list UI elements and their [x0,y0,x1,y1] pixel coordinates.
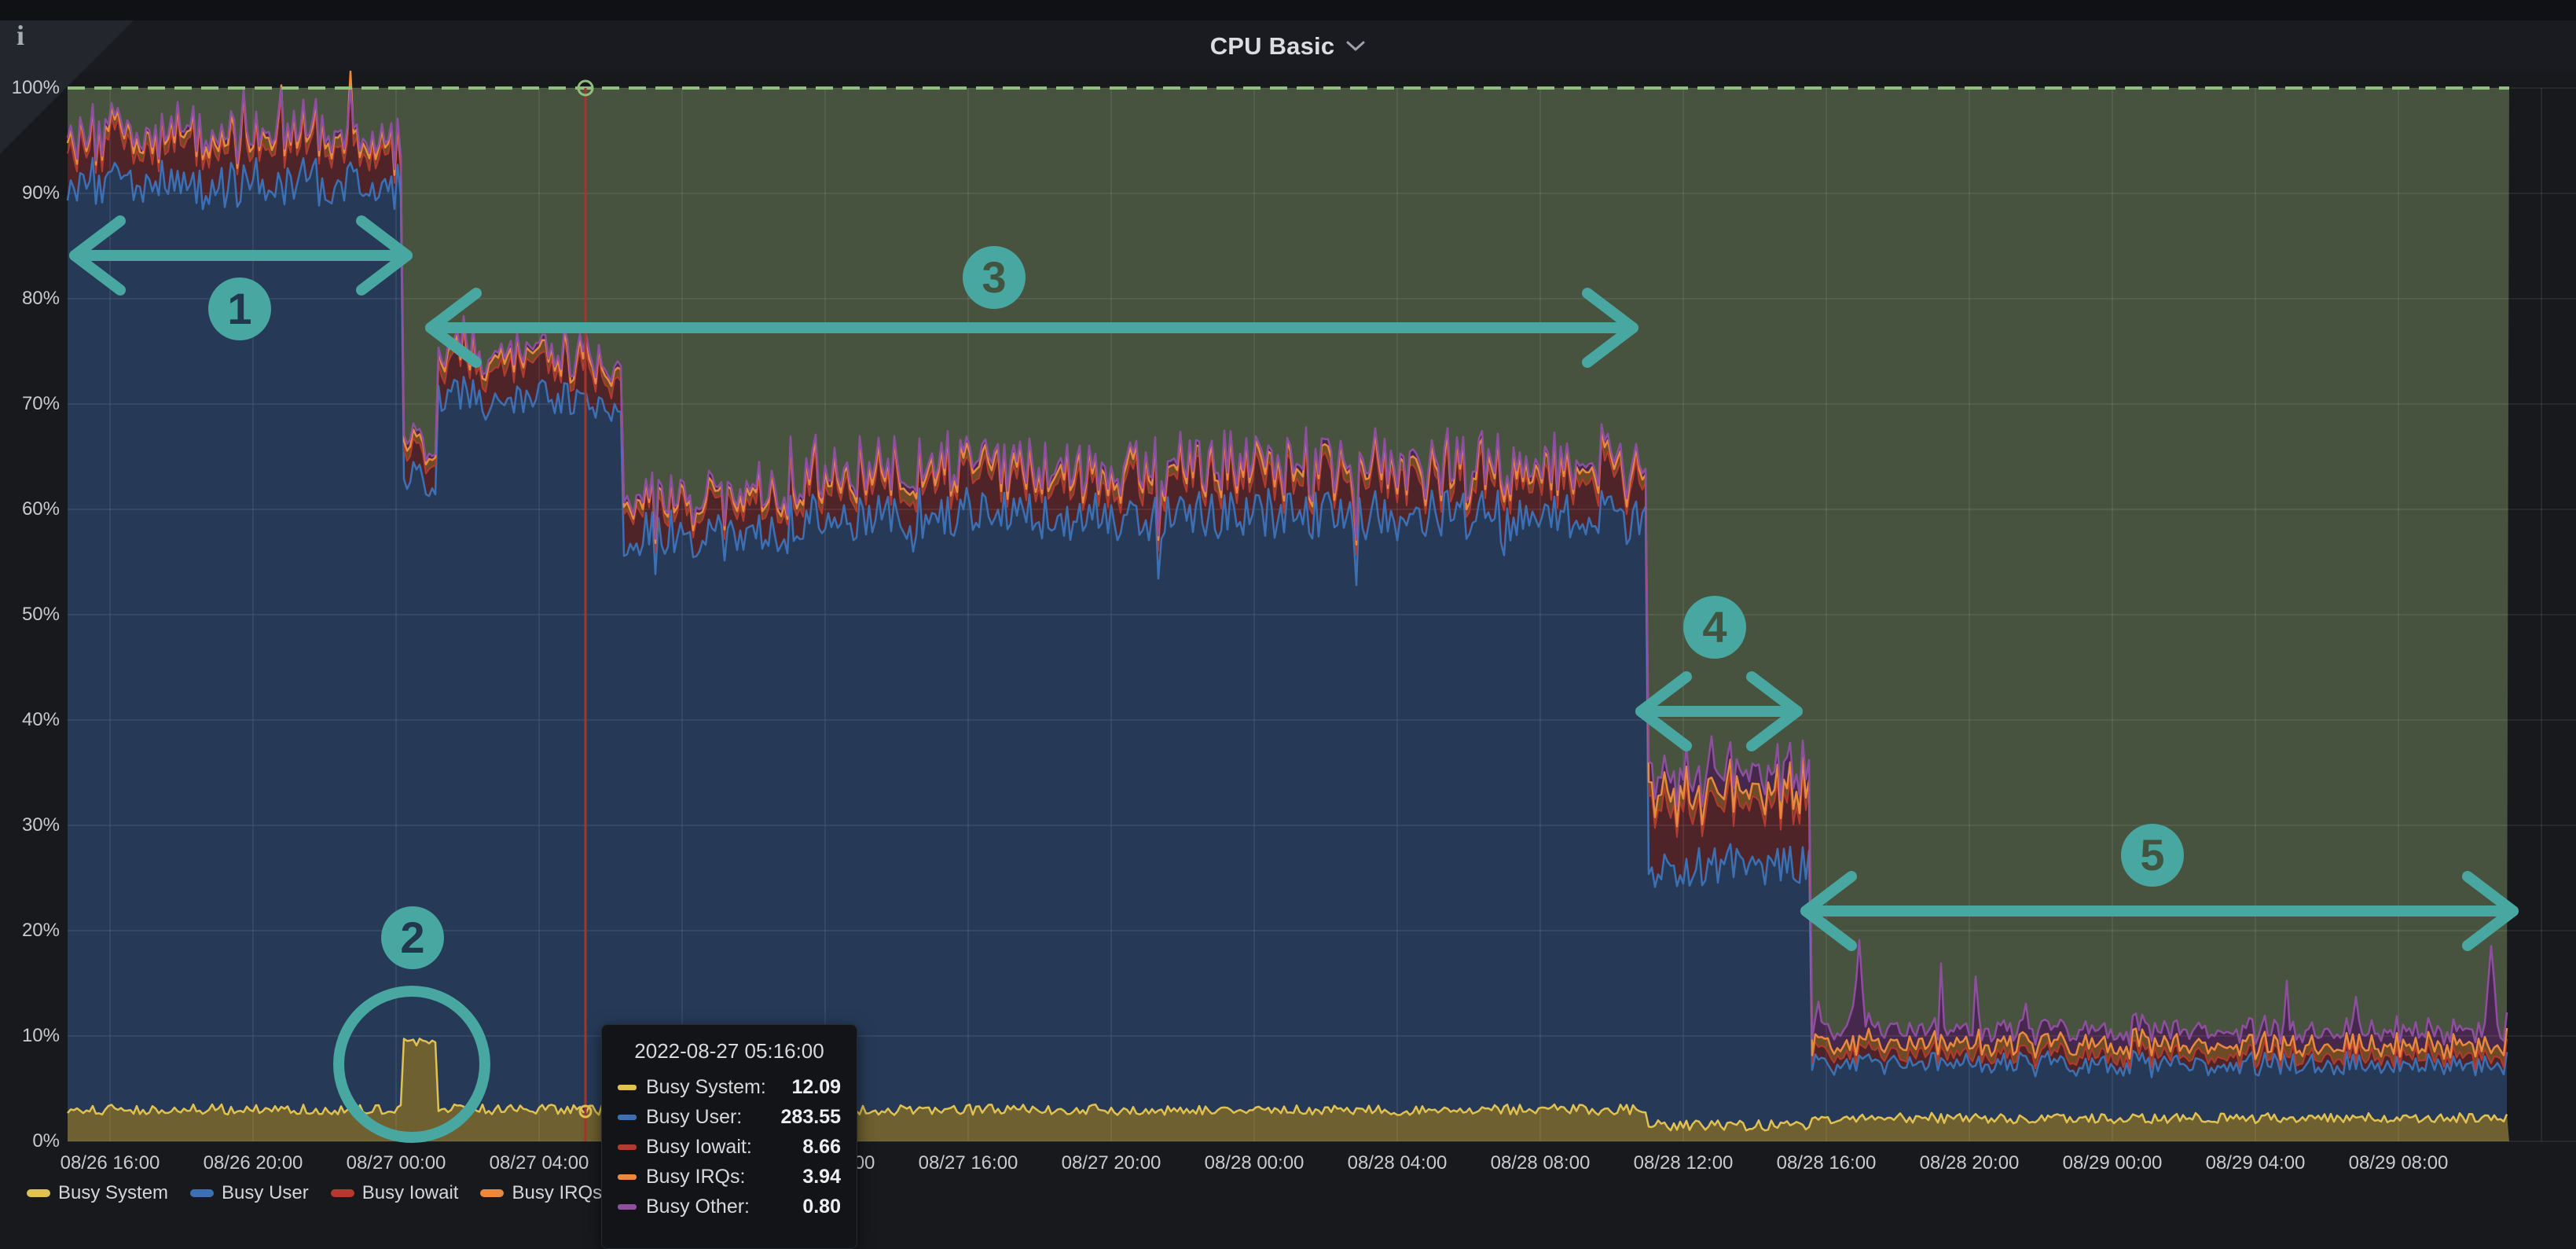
x-axis-label: 08/28 08:00 [1491,1152,1591,1174]
legend-item[interactable]: Busy System [27,1182,168,1204]
tooltip-series-value: 3.94 [802,1166,841,1188]
tooltip-series-label: Busy User: [646,1106,742,1129]
x-axis-label: 08/28 12:00 [1634,1152,1734,1174]
x-axis-label: 08/28 20:00 [1920,1152,2020,1174]
x-axis-label: 08/26 16:00 [61,1152,160,1174]
tooltip-series-label: Busy System: [646,1076,766,1099]
annotation-number: 2 [400,913,424,962]
series-fills [68,72,2509,1141]
x-axis-label: 08/29 00:00 [2063,1152,2163,1174]
y-axis-label: 40% [0,709,60,731]
x-axis-label: 08/29 04:00 [2206,1152,2306,1174]
hover-tooltip: 2022-08-27 05:16:00 Busy System:12.09Bus… [601,1024,857,1249]
tooltip-series-swatch [618,1174,637,1180]
x-axis-label: 08/27 00:00 [347,1152,446,1174]
tooltip-series-value: 283.55 [781,1106,841,1129]
y-axis-label: 90% [0,182,60,204]
tooltip-series-label: Busy Other: [646,1196,750,1218]
y-axis-label: 80% [0,288,60,310]
tooltip-series-value: 0.80 [802,1196,841,1218]
legend-swatch [27,1189,50,1197]
tooltip-row: Busy Iowait: 8.66 [618,1136,841,1159]
x-axis-label: 08/27 16:00 [919,1152,1018,1174]
legend-swatch [331,1189,354,1197]
annotation-number: 5 [2140,830,2164,880]
legend-label: Busy Iowait [362,1182,459,1204]
legend-swatch [190,1189,214,1197]
annotation-number: 4 [1702,602,1727,652]
y-axis-label: 70% [0,393,60,415]
legend-label: Busy User [222,1182,309,1204]
tooltip-series-swatch [618,1115,637,1120]
y-axis-label: 10% [0,1025,60,1047]
annotation-number: 1 [227,284,251,333]
y-axis-label: 60% [0,498,60,520]
legend-label: Busy IRQs [512,1182,602,1204]
y-axis-label: 20% [0,920,60,942]
tooltip-series-value: 8.66 [802,1136,841,1159]
legend: Busy System Busy User Busy Iowait Busy IRQs [27,1182,602,1204]
tooltip-series-label: Busy IRQs: [646,1166,745,1188]
x-axis-label: 08/28 16:00 [1777,1152,1877,1174]
y-axis-label: 50% [0,604,60,626]
x-axis-label: 08/28 00:00 [1205,1152,1305,1174]
y-axis-label: 0% [0,1130,60,1152]
tooltip-series-swatch [618,1204,637,1210]
tooltip-row: Busy User: 283.55 [618,1106,841,1129]
tooltip-row: Busy Other: 0.80 [618,1196,841,1218]
legend-item[interactable]: Busy User [190,1182,309,1204]
tooltip-timestamp: 2022-08-27 05:16:00 [618,1039,841,1063]
legend-swatch [480,1189,504,1197]
tooltip-series-swatch [618,1144,637,1150]
legend-label: Busy System [58,1182,168,1204]
x-axis-label: 08/27 04:00 [490,1152,589,1174]
tooltip-row: Busy IRQs: 3.94 [618,1166,841,1188]
tooltip-row: Busy System: 12.09 [618,1076,841,1099]
tooltip-series-value: 12.09 [791,1076,841,1099]
y-axis-label: 30% [0,814,60,836]
tooltip-series-swatch [618,1085,637,1090]
legend-item[interactable]: Busy IRQs [480,1182,602,1204]
annotation-number: 3 [982,252,1006,302]
cpu-usage-stacked-area-chart[interactable]: 1 2 3 4 5 [0,0,2576,1212]
tooltip-series-label: Busy Iowait: [646,1136,752,1159]
legend-item[interactable]: Busy Iowait [331,1182,459,1204]
x-axis-label: 08/27 20:00 [1062,1152,1161,1174]
x-axis-label: 08/26 20:00 [204,1152,303,1174]
y-axis-label: 100% [0,77,60,99]
x-axis-label: 08/28 04:00 [1348,1152,1448,1174]
x-axis-label: 08/29 08:00 [2349,1152,2449,1174]
